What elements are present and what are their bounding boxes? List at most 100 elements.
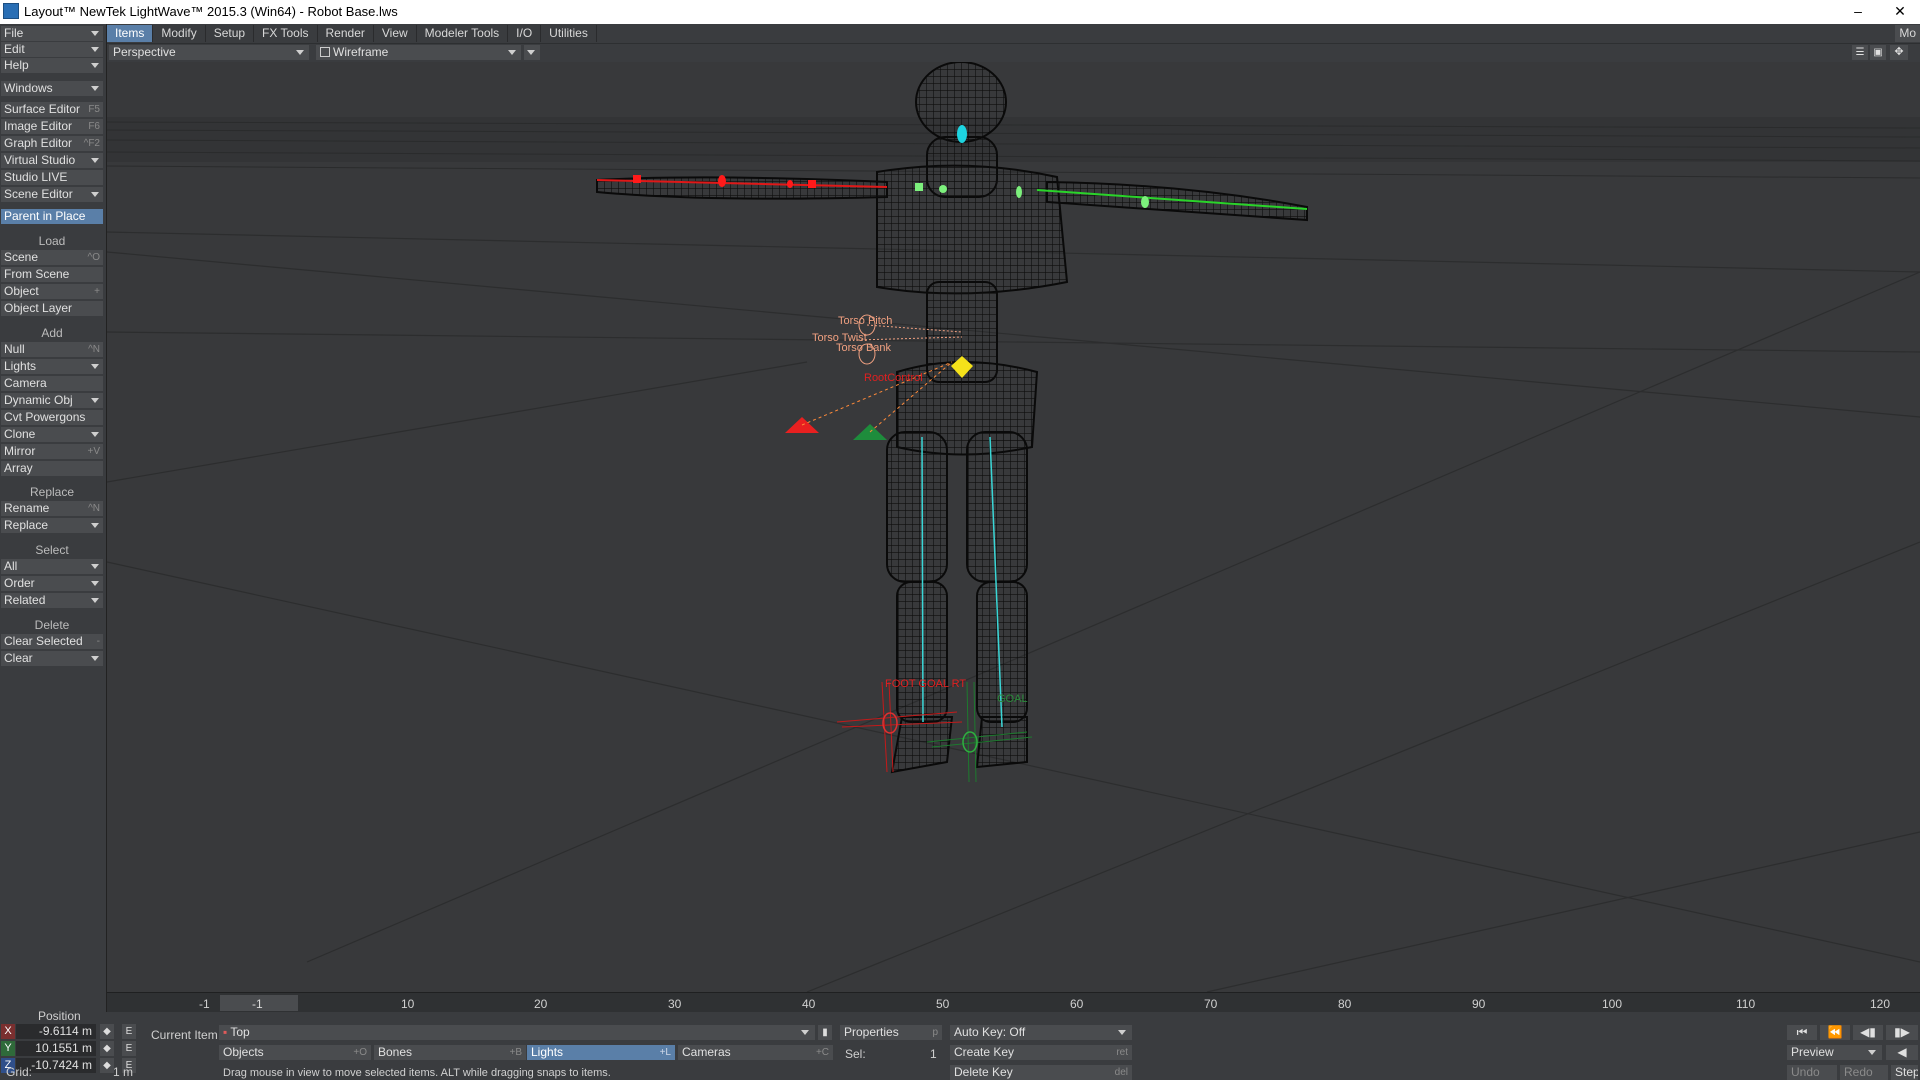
scene-editor-menu[interactable]: Scene Editor	[1, 187, 103, 202]
step-button[interactable]: Step	[1891, 1065, 1918, 1080]
cvt-powergons-button[interactable]: Cvt Powergons	[1, 410, 103, 425]
replace-menu[interactable]: Replace	[1, 518, 103, 533]
dynamic-obj-menu[interactable]: Dynamic Obj	[1, 393, 103, 408]
clear-selected-button[interactable]: Clear Selected -	[1, 634, 103, 649]
select-all-menu[interactable]: All	[1, 559, 103, 574]
view-mode-select[interactable]: Perspective	[109, 45, 309, 60]
parent-in-place-label: Parent in Place	[4, 209, 86, 223]
current-item-value: Top	[230, 1025, 250, 1039]
add-lights-menu[interactable]: Lights	[1, 359, 103, 374]
y-envelope-button[interactable]: E	[122, 1041, 136, 1056]
image-editor-button[interactable]: Image Editor F6	[1, 119, 103, 134]
select-related-menu[interactable]: Related	[1, 593, 103, 608]
close-button[interactable]: ✕	[1880, 0, 1920, 24]
redo-button[interactable]: Redo	[1840, 1065, 1888, 1080]
chevron-down-icon	[1868, 1050, 1876, 1055]
object-layer-label: Object Layer	[4, 301, 73, 315]
edit-menu[interactable]: Edit	[1, 42, 103, 57]
tab-utilities[interactable]: Utilities	[541, 25, 597, 42]
rename-button[interactable]: Rename ^N	[1, 501, 103, 516]
properties-button[interactable]: Properties p	[840, 1025, 942, 1040]
load-scene-label: Scene	[4, 250, 39, 264]
help-menu[interactable]: Help	[1, 58, 103, 73]
y-position-field[interactable]: 10.1551 m	[16, 1041, 96, 1056]
tab-items[interactable]: Items	[107, 25, 154, 42]
y-drag-icon[interactable]: ◆	[100, 1041, 114, 1056]
timeline-slider-knob[interactable]: -1	[220, 995, 298, 1011]
timeline-tick: 100	[1602, 997, 1623, 1011]
go-to-start-icon[interactable]: ⏮	[1787, 1025, 1817, 1040]
load-scene-button[interactable]: Scene ^O	[1, 250, 103, 265]
load-object-layer-button[interactable]: Object Layer	[1, 301, 103, 316]
tab-modify[interactable]: Modify	[153, 25, 206, 42]
tab-render[interactable]: Render	[318, 25, 374, 42]
load-from-scene-button[interactable]: From Scene	[1, 267, 103, 282]
viewport-maximize-icon[interactable]: ▣	[1870, 45, 1886, 60]
delete-key-button[interactable]: Delete Key del	[950, 1065, 1132, 1080]
undo-button[interactable]: Undo	[1787, 1065, 1837, 1080]
y-axis-label: Y	[1, 1041, 15, 1056]
surface-editor-button[interactable]: Surface Editor F5	[1, 102, 103, 117]
image-editor-label: Image Editor	[4, 119, 73, 133]
create-key-button[interactable]: Create Key ret	[950, 1045, 1132, 1060]
z-drag-icon[interactable]: ◆	[100, 1058, 114, 1073]
objects-mode-button[interactable]: Objects +O	[219, 1045, 371, 1060]
x-drag-icon[interactable]: ◆	[100, 1024, 114, 1039]
parent-in-place-toggle[interactable]: Parent in Place	[1, 209, 103, 224]
tab-io[interactable]: I/O	[508, 25, 542, 42]
render-mode-select[interactable]: Wireframe	[316, 45, 521, 60]
load-object-label: Object	[4, 284, 39, 298]
viewport-options-dropdown[interactable]	[524, 45, 540, 60]
bottom-panel: Position X -9.6114 m ◆ E Y 10.1551 m ◆ E…	[0, 1009, 1920, 1080]
modeler-button[interactable]: Mo	[1895, 25, 1920, 42]
x-envelope-button[interactable]: E	[122, 1024, 136, 1039]
graph-editor-button[interactable]: Graph Editor ^F2	[1, 136, 103, 151]
bones-mode-button[interactable]: Bones +B	[374, 1045, 526, 1060]
clear-menu[interactable]: Clear	[1, 651, 103, 666]
shortcut-label: F6	[88, 121, 100, 132]
torso-pitch-label: Torso Pitch	[838, 315, 893, 327]
tab-setup[interactable]: Setup	[206, 25, 255, 42]
viewport-header: Perspective Wireframe ☰ ▣ ✥	[107, 44, 1920, 62]
viewport-move-icon[interactable]: ✥	[1890, 45, 1908, 60]
cameras-mode-button[interactable]: Cameras +C	[678, 1045, 833, 1060]
virtual-studio-label: Virtual Studio	[4, 153, 76, 167]
play-forward-icon[interactable]: ▮▶	[1886, 1025, 1918, 1040]
chevron-down-icon	[91, 581, 99, 586]
file-menu[interactable]: File	[1, 26, 103, 41]
timeline-scrubber[interactable]: -1 -1 10 20 30 40 50 60 70 80 90 100 110…	[107, 992, 1920, 1013]
position-label: Position	[38, 1009, 81, 1023]
mirror-button[interactable]: Mirror +V	[1, 444, 103, 459]
tab-modeler-tools[interactable]: Modeler Tools	[417, 25, 509, 42]
select-order-menu[interactable]: Order	[1, 576, 103, 591]
lights-mode-button[interactable]: Lights +L	[527, 1045, 675, 1060]
virtual-studio-menu[interactable]: Virtual Studio	[1, 153, 103, 168]
current-item-select[interactable]: ▪ Top	[219, 1025, 815, 1040]
windows-menu[interactable]: Windows	[1, 81, 103, 96]
3d-viewport[interactable]: Torso Pitch Torso Twist Torso Bank RootC…	[107, 62, 1920, 992]
shortcut-label: +B	[509, 1047, 522, 1058]
clone-menu[interactable]: Clone	[1, 427, 103, 442]
tab-fx-tools[interactable]: FX Tools	[254, 25, 318, 42]
array-button[interactable]: Array	[1, 461, 103, 476]
x-position-field[interactable]: -9.6114 m	[16, 1024, 96, 1039]
viewport-list-icon[interactable]: ☰	[1852, 45, 1868, 60]
minimize-button[interactable]: –	[1838, 0, 1878, 24]
left-toolbar: File Edit Help Windows Surface Editor F5 …	[0, 24, 107, 1038]
add-camera-button[interactable]: Camera	[1, 376, 103, 391]
array-label: Array	[4, 461, 33, 475]
help-menu-label: Help	[4, 58, 29, 72]
add-null-button[interactable]: Null ^N	[1, 342, 103, 357]
previous-key-icon[interactable]: ⏪	[1820, 1025, 1850, 1040]
add-null-label: Null	[4, 342, 25, 356]
auto-key-select[interactable]: Auto Key: Off	[950, 1025, 1132, 1040]
chevron-down-icon	[91, 656, 99, 661]
preview-select[interactable]: Preview	[1787, 1045, 1882, 1060]
properties-label: Properties	[844, 1025, 899, 1039]
studio-live-button[interactable]: Studio LIVE	[1, 170, 103, 185]
load-object-button[interactable]: Object +	[1, 284, 103, 299]
step-back-icon[interactable]: ◀	[1886, 1045, 1918, 1060]
item-lock-icon[interactable]: ▮	[818, 1025, 832, 1040]
tab-view[interactable]: View	[374, 25, 417, 42]
play-reverse-icon[interactable]: ◀▮	[1853, 1025, 1883, 1040]
